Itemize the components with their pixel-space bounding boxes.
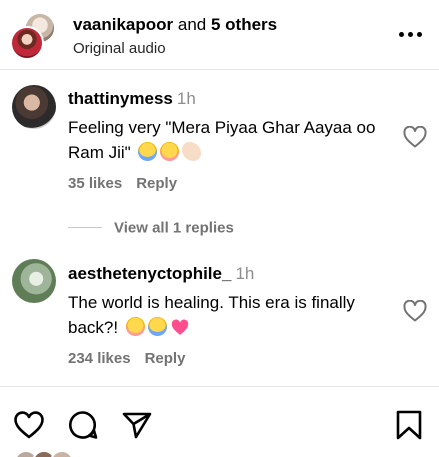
replies-divider (68, 227, 102, 229)
view-replies-label[interactable]: View all 1 replies (114, 219, 234, 236)
header-username[interactable]: vaanikapoor (73, 15, 173, 34)
likes-count[interactable]: 234 likes (68, 350, 131, 367)
post-header: vaanikapoor and 5 others Original audio (0, 0, 439, 70)
share-icon[interactable] (121, 409, 153, 441)
reply-button[interactable]: Reply (136, 175, 177, 192)
collab-title[interactable]: vaanikapoor and 5 others (73, 15, 277, 35)
comment-text: The world is healing. This era is finall… (68, 290, 388, 340)
sparkling-heart-icon (171, 319, 189, 335)
pleading-face-icon (125, 317, 145, 336)
comment-icon[interactable] (67, 409, 99, 441)
likes-count[interactable]: 35 likes (68, 175, 122, 192)
comment-time: 1h (176, 89, 196, 108)
heart-icon[interactable] (403, 126, 427, 148)
comment-body: Feeling very "Mera Piyaa Ghar Aayaa oo R… (68, 118, 376, 162)
comment-username[interactable]: aesthetenyctophile_ (68, 264, 231, 283)
avatar[interactable] (50, 450, 74, 457)
bookmark-icon[interactable] (393, 409, 425, 441)
audio-label[interactable]: Original audio (73, 40, 166, 57)
avatar-stack[interactable] (10, 12, 58, 60)
comment-time: 1h (235, 264, 255, 283)
comment-header: aesthetenyctophile_ 1h (68, 264, 254, 284)
crying-face-icon (147, 317, 167, 336)
comment-text: Feeling very "Mera Piyaa Ghar Aayaa oo R… (68, 115, 388, 165)
action-bar (0, 386, 439, 457)
comment-meta: 35 likes Reply (68, 175, 177, 192)
comment-meta: 234 likes Reply (68, 350, 185, 367)
heart-icon[interactable] (403, 300, 427, 322)
avatar[interactable] (12, 85, 56, 129)
header-joiner: and (173, 15, 211, 34)
heart-icon[interactable] (13, 409, 45, 441)
avatar[interactable] (12, 259, 56, 303)
comment-body: The world is healing. This era is finall… (68, 293, 355, 337)
reply-button[interactable]: Reply (145, 350, 186, 367)
avatar[interactable] (10, 26, 44, 60)
header-others[interactable]: 5 others (211, 15, 277, 34)
pinched-fingers-icon (182, 142, 202, 161)
pleading-face-icon (160, 142, 180, 161)
more-icon[interactable] (397, 23, 423, 45)
comment-header: thattinymess 1h (68, 89, 196, 109)
crying-face-icon (138, 142, 158, 161)
liked-by-avatars[interactable] (14, 450, 84, 457)
view-replies-link[interactable]: View all 1 replies (68, 219, 234, 237)
comment-username[interactable]: thattinymess (68, 89, 173, 108)
